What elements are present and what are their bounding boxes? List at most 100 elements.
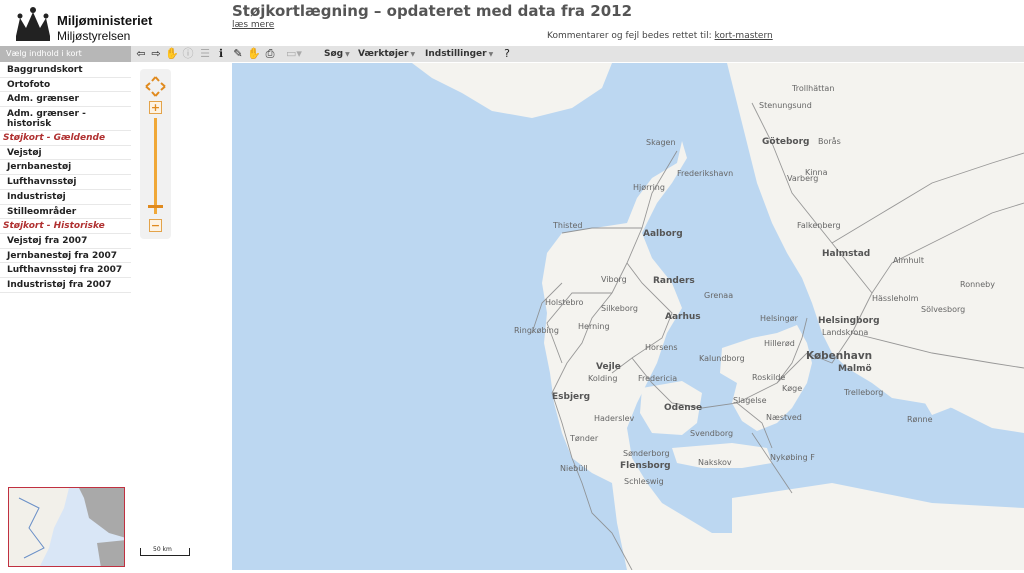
map-label: Ronneby — [960, 280, 995, 289]
info-icon[interactable]: ⓘ — [180, 46, 196, 62]
zoom-out-button[interactable]: − — [149, 219, 162, 232]
map-label: Aarhus — [665, 312, 701, 322]
menu-settings[interactable]: Indstillinger ▼ — [425, 46, 493, 62]
map-label: Viborg — [601, 275, 627, 284]
map-label: Falkenberg — [797, 221, 841, 230]
scale-bar: 50 km — [140, 546, 190, 556]
map-label: Slagelse — [733, 396, 767, 405]
layer-item[interactable]: Baggrundskort — [0, 63, 131, 78]
map-label: Kolding — [588, 374, 617, 383]
map-label: Stenungsund — [759, 101, 812, 110]
print-icon[interactable]: ⎙ — [262, 46, 278, 62]
map-label: Køge — [782, 384, 802, 393]
menu-settings-label: Indstillinger — [425, 49, 487, 59]
layer-item[interactable]: Industristøj — [0, 190, 131, 205]
forward-arrow-icon[interactable]: ⇨ — [148, 46, 164, 62]
menu-tools[interactable]: Værktøjer ▼ — [358, 46, 415, 62]
map-label: Flensborg — [620, 461, 671, 471]
overview-map[interactable] — [8, 487, 125, 567]
map-label: Helsingborg — [818, 316, 880, 326]
layer-item[interactable]: Lufthavnsstøj fra 2007 — [0, 263, 131, 278]
layer-item[interactable]: Ortofoto — [0, 78, 131, 93]
page-title: Støjkortlægning – opdateret med data fra… — [232, 2, 633, 20]
zoom-slider-handle[interactable] — [148, 205, 163, 208]
map-label: Nykøbing F — [770, 453, 815, 462]
layer-item[interactable]: Jernbanestøj — [0, 160, 131, 176]
menu-tools-label: Værktøjer — [358, 49, 409, 59]
map-label: Nakskov — [698, 458, 732, 467]
layer-item[interactable]: Vejstøj fra 2007 — [0, 234, 131, 249]
content-selector-heading: Vælg indhold i kort — [0, 46, 131, 62]
map-label: Halmstad — [822, 249, 870, 259]
zoom-in-button[interactable]: + — [149, 101, 162, 114]
map-label: Næstved — [766, 413, 802, 422]
map-label: Ringkøbing — [514, 326, 559, 335]
layer-item[interactable]: Lufthavnsstøj — [0, 175, 131, 190]
logo-line-2: Miljøstyrelsen — [57, 29, 131, 43]
feedback-link[interactable]: kort-mastern — [715, 31, 773, 41]
list-icon[interactable]: ☰ — [197, 46, 213, 62]
logo-line-1: Miljøministeriet — [57, 13, 153, 28]
map-label: Trollhättan — [791, 84, 834, 93]
layer-item[interactable]: Adm. grænser - historisk — [0, 107, 131, 132]
map-label: Fredericia — [638, 374, 677, 383]
map-label: Skagen — [646, 138, 676, 147]
map-label: Odense — [664, 403, 702, 413]
map-label: Hjørring — [633, 183, 665, 192]
back-arrow-icon[interactable]: ⇦ — [133, 46, 149, 62]
chevron-down-icon: ▼ — [410, 51, 416, 58]
read-more-link[interactable]: læs mere — [232, 20, 274, 30]
feedback-label: Kommentarer og fejl bedes rettet til: — [547, 31, 712, 41]
map-graphic: Trollhättan Stenungsund Göteborg Borås K… — [232, 63, 1024, 570]
map-label: Trelleborg — [843, 388, 883, 397]
help-icon[interactable]: ? — [499, 46, 515, 62]
ministry-logo[interactable]: Miljøministeriet Miljøstyrelsen — [12, 6, 152, 44]
map-label: Hässleholm — [872, 294, 919, 303]
map-label: Silkeborg — [601, 304, 638, 313]
map-label: Varberg — [787, 174, 818, 183]
layer-item[interactable]: Stilleområder — [0, 205, 131, 220]
header: Miljøministeriet Miljøstyrelsen Støjkort… — [0, 0, 1024, 46]
ruler-icon[interactable]: ✎ — [230, 46, 246, 62]
map-label: Esbjerg — [552, 392, 590, 402]
map-label: Hillerød — [764, 339, 795, 348]
layer-item[interactable]: Jernbanestøj fra 2007 — [0, 249, 131, 264]
info-i-icon[interactable]: ℹ — [213, 46, 229, 62]
map-label: Kalundborg — [699, 354, 745, 363]
map-label: Herning — [578, 322, 610, 331]
map-label: København — [806, 350, 872, 362]
map-label: Grenaa — [704, 291, 733, 300]
toolbar: Vælg indhold i kort ⇦ ⇨ ✋ ⓘ ☰ ℹ ✎ ✋ ⎙ ▭▾… — [0, 46, 1024, 62]
layer-item[interactable]: Vejstøj — [0, 146, 131, 161]
map-label: Tønder — [569, 434, 599, 443]
map-canvas[interactable]: Trollhättan Stenungsund Göteborg Borås K… — [232, 63, 1024, 570]
map-label: Horsens — [645, 343, 678, 352]
zoom-slider-track[interactable] — [154, 118, 157, 214]
map-label: Schleswig — [624, 477, 664, 486]
zoom-control: + − — [140, 69, 171, 239]
map-label: Vejle — [596, 362, 621, 372]
map-label: Göteborg — [762, 137, 809, 147]
map-label: Landskrona — [822, 328, 868, 337]
menu-search-label: Søg — [324, 49, 344, 59]
layer-item[interactable]: Industristøj fra 2007 — [0, 278, 131, 293]
menu-search[interactable]: Søg ▼ — [324, 46, 350, 62]
layer-item[interactable]: Adm. grænser — [0, 92, 131, 108]
map-label: Malmö — [838, 364, 872, 374]
map-label: Sønderborg — [623, 449, 670, 458]
hand-icon[interactable]: ✋ — [246, 46, 262, 62]
map-select-icon[interactable]: ▭▾ — [284, 46, 304, 62]
hand-pan-icon[interactable]: ✋ — [164, 46, 180, 62]
feedback-text: Kommentarer og fejl bedes rettet til: ko… — [547, 31, 773, 41]
map-label: Rønne — [907, 415, 933, 424]
map-label: Almhult — [893, 256, 924, 265]
pan-control-icon[interactable] — [144, 75, 167, 98]
map-label: Randers — [653, 276, 695, 286]
map-label: Borås — [818, 136, 841, 146]
map-label: Thisted — [552, 221, 582, 230]
map-label: Haderslev — [594, 414, 635, 423]
overview-map-graphic — [9, 488, 124, 566]
crown-icon — [16, 7, 50, 41]
map-label: Sölvesborg — [921, 305, 965, 314]
chevron-down-icon: ▼ — [345, 51, 350, 58]
